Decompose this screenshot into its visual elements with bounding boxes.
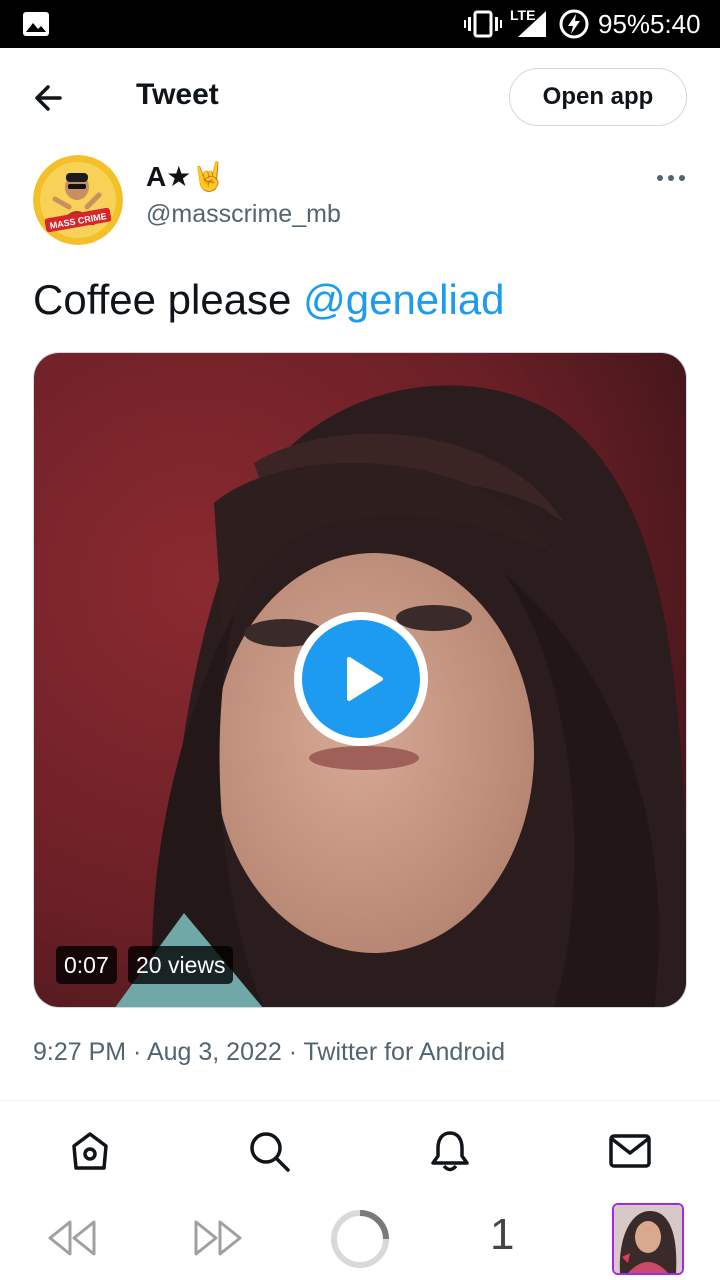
tweet-meta: 9:27 PM · Aug 3, 2022 · Twitter for Andr… <box>33 1038 506 1066</box>
display-name[interactable]: A★🤘 <box>146 160 226 193</box>
play-icon <box>347 657 383 701</box>
tab-thumbnail-image <box>614 1205 682 1273</box>
tweet-text: Coffee please @geneliad <box>33 276 505 324</box>
mention-link[interactable]: @geneliad <box>303 276 504 323</box>
notifications-icon[interactable] <box>427 1128 473 1174</box>
signal-icon <box>518 11 546 37</box>
open-app-button[interactable]: Open app <box>509 68 687 126</box>
fast-forward-icon[interactable] <box>192 1218 244 1258</box>
tab-thumbnail[interactable] <box>612 1203 684 1275</box>
divider <box>0 1100 720 1101</box>
gallery-icon <box>23 12 49 36</box>
play-button[interactable] <box>294 612 428 746</box>
video-duration: 0:07 <box>56 946 117 984</box>
home-icon[interactable] <box>67 1128 113 1174</box>
back-arrow-icon[interactable] <box>28 78 72 118</box>
messages-icon[interactable] <box>607 1128 653 1174</box>
rewind-icon[interactable] <box>46 1218 98 1258</box>
search-icon[interactable] <box>246 1128 292 1174</box>
avatar-image: MASS CRIME <box>33 155 123 245</box>
page-title: Tweet <box>136 78 219 111</box>
user-handle[interactable]: @masscrime_mb <box>146 200 341 229</box>
loading-icon <box>331 1210 389 1268</box>
more-options-icon[interactable] <box>656 168 686 188</box>
clock: 5:40 <box>650 9 701 39</box>
avatar[interactable]: MASS CRIME <box>33 155 123 245</box>
tab-count[interactable]: 1 <box>490 1210 514 1260</box>
video-views: 20 views <box>128 946 234 984</box>
vibrate-icon <box>464 10 502 38</box>
battery-charging-icon <box>559 9 589 39</box>
battery-level: 95% <box>598 9 651 39</box>
tweet-body: Coffee please <box>33 276 304 323</box>
status-bar: LTE 95% 5:40 <box>0 0 720 48</box>
